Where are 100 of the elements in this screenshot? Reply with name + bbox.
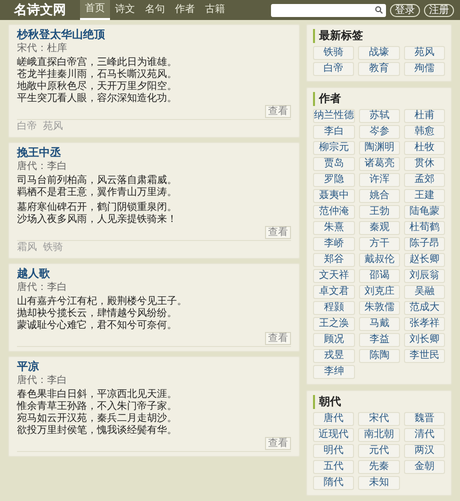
sidebar-link[interactable]: 程颢 bbox=[313, 301, 355, 315]
sidebar-link[interactable]: 顾况 bbox=[313, 333, 355, 347]
sidebar-link[interactable]: 王之涣 bbox=[313, 317, 355, 331]
sidebar-link[interactable]: 南北朝 bbox=[358, 428, 400, 442]
sidebar-link[interactable]: 白帝 bbox=[313, 62, 354, 76]
sidebar-link[interactable]: 方干 bbox=[359, 237, 400, 251]
sidebar-link[interactable]: 刘辰翁 bbox=[404, 269, 445, 283]
sidebar-link[interactable]: 王建 bbox=[404, 189, 445, 203]
sidebar-link[interactable]: 吴融 bbox=[404, 285, 445, 299]
sidebar-link[interactable]: 先秦 bbox=[358, 460, 400, 474]
sidebar-link[interactable]: 铁骑 bbox=[313, 46, 354, 60]
sidebar-link[interactable]: 五代 bbox=[313, 460, 354, 474]
sidebar-link[interactable]: 孟郊 bbox=[404, 173, 445, 187]
sidebar-link[interactable]: 戎昱 bbox=[313, 349, 355, 363]
nav-tab[interactable]: 诗文 bbox=[110, 0, 140, 20]
sidebar-link[interactable]: 陈陶 bbox=[359, 349, 400, 363]
sidebar-link[interactable]: 杜甫 bbox=[404, 109, 445, 123]
poem-line: 宛马如云开汉苑，秦兵二月走胡沙。 bbox=[17, 413, 178, 424]
sidebar-link[interactable]: 贾岛 bbox=[313, 157, 355, 171]
sidebar-link[interactable]: 未知 bbox=[358, 476, 400, 490]
sidebar-link[interactable]: 刘克庄 bbox=[359, 285, 400, 299]
poem-meta: 唐代：李白 bbox=[17, 281, 68, 294]
sidebar-link[interactable]: 王勃 bbox=[359, 205, 400, 219]
sidebar-link[interactable]: 金朝 bbox=[404, 460, 445, 474]
sidebar-link[interactable]: 柳宗元 bbox=[313, 141, 355, 155]
sidebar-link[interactable]: 赵长卿 bbox=[404, 253, 445, 267]
sidebar-link[interactable]: 李白 bbox=[313, 125, 355, 139]
header-button[interactable]: 注册 bbox=[424, 4, 454, 16]
sidebar-link[interactable]: 战壕 bbox=[358, 46, 400, 60]
sidebar-link[interactable]: 教育 bbox=[358, 62, 400, 76]
sidebar-link[interactable]: 殉儒 bbox=[404, 62, 445, 76]
sidebar-link[interactable]: 陈子昂 bbox=[404, 237, 445, 251]
sidebar-link[interactable]: 明代 bbox=[313, 444, 354, 458]
poem-line: 欲投万里封侯笔，愧我谈经鬓有华。 bbox=[17, 425, 178, 437]
poem-line: 蒙诚耻兮心难它，君不知兮可奈何。 bbox=[17, 320, 178, 332]
sidebar-link[interactable]: 韩愈 bbox=[404, 125, 445, 139]
nav-tab[interactable]: 作者 bbox=[170, 0, 200, 20]
sidebar-link[interactable]: 许浑 bbox=[359, 173, 400, 187]
poem-line: 春色果非白日斜，平凉西北见天涯。 bbox=[17, 389, 178, 400]
sidebar-link[interactable]: 唐代 bbox=[313, 412, 354, 426]
poem-line: 山有嘉卉兮江有杞，殿荆楼兮见王子。 bbox=[17, 296, 188, 308]
sidebar-link[interactable]: 陶渊明 bbox=[359, 141, 400, 155]
sidebar-link[interactable]: 隋代 bbox=[313, 476, 354, 490]
panel-title: 朝代 bbox=[313, 395, 445, 409]
sidebar-link[interactable]: 姚合 bbox=[359, 189, 400, 203]
poem-line: 惟余青草王孙路，不入朱门帝子家。 bbox=[17, 401, 178, 412]
sidebar-link[interactable]: 纳兰性德 bbox=[313, 109, 355, 123]
sidebar-link[interactable]: 岑参 bbox=[359, 125, 400, 139]
sidebar-link[interactable]: 范成大 bbox=[404, 301, 445, 315]
sidebar-link[interactable]: 朱熹 bbox=[313, 221, 355, 235]
site-logo[interactable]: 名诗文网 bbox=[14, 1, 66, 19]
sidebar-link[interactable]: 苏轼 bbox=[359, 109, 400, 123]
sidebar-link[interactable]: 邵谒 bbox=[359, 269, 400, 283]
poem-line: 嵯峨直探白帝宫，三峰此日为谁雄。 bbox=[17, 57, 178, 68]
sidebar-link[interactable]: 近现代 bbox=[313, 428, 354, 442]
sidebar-link[interactable]: 卓文君 bbox=[313, 285, 355, 299]
poem-title[interactable]: 杪秋登太华山绝顶 bbox=[17, 28, 291, 42]
poem-title[interactable]: 平凉 bbox=[17, 360, 291, 374]
sidebar-link[interactable]: 聂夷中 bbox=[313, 189, 355, 203]
sidebar-link[interactable]: 魏晋 bbox=[404, 412, 445, 426]
sidebar-link[interactable]: 苑风 bbox=[404, 46, 445, 60]
sidebar-link[interactable]: 文天祥 bbox=[313, 269, 355, 283]
sidebar-link[interactable]: 杜荀鹤 bbox=[404, 221, 445, 235]
poem-line: 沙场入夜多风雨，人见亲提铁骑来！ bbox=[17, 214, 178, 226]
header-button[interactable]: 登录 bbox=[390, 4, 420, 16]
sidebar-link[interactable]: 马戴 bbox=[359, 317, 400, 331]
sidebar-link[interactable]: 秦观 bbox=[359, 221, 400, 235]
poem-line: 羁栖不是君王意，翼作青山万里涛。 bbox=[17, 187, 178, 199]
sidebar-link[interactable]: 李峤 bbox=[313, 237, 355, 251]
sidebar-link[interactable]: 罗隐 bbox=[313, 173, 355, 187]
poem-title[interactable]: 挽王中丞 bbox=[17, 146, 291, 160]
search-field[interactable] bbox=[271, 4, 386, 16]
poem-title[interactable]: 越人歌 bbox=[17, 267, 291, 281]
sidebar-link[interactable]: 李益 bbox=[359, 333, 400, 347]
sidebar-link[interactable]: 陆龟蒙 bbox=[404, 205, 445, 219]
sidebar-link[interactable]: 宋代 bbox=[358, 412, 400, 426]
poem-meta: 宋代：杜庠 bbox=[17, 42, 68, 55]
sidebar-link[interactable]: 张孝祥 bbox=[404, 317, 445, 331]
poem-line: 平生突兀看人眼，容尔深知造化功。 bbox=[17, 93, 178, 105]
sidebar-link[interactable]: 清代 bbox=[404, 428, 445, 442]
panel-title: 作者 bbox=[313, 92, 445, 106]
nav-tab[interactable]: 古籍 bbox=[200, 0, 230, 20]
sidebar-link[interactable]: 戴叔伦 bbox=[359, 253, 400, 267]
sidebar-link[interactable]: 朱敦儒 bbox=[359, 301, 400, 315]
poem-meta: 唐代：李白 bbox=[17, 160, 68, 173]
sidebar-link[interactable]: 贯休 bbox=[404, 157, 445, 171]
search-icon[interactable] bbox=[375, 6, 383, 14]
poem-line: 苍龙半挂秦川雨，石马长嘶汉苑风。 bbox=[17, 69, 178, 80]
nav-tab[interactable]: 名句 bbox=[140, 0, 170, 20]
sidebar-link[interactable]: 诸葛亮 bbox=[359, 157, 400, 171]
sidebar-link[interactable]: 李世民 bbox=[404, 349, 445, 363]
sidebar-link[interactable]: 范仲淹 bbox=[313, 205, 355, 219]
sidebar-link[interactable]: 刘长卿 bbox=[404, 333, 445, 347]
sidebar-link[interactable]: 杜牧 bbox=[404, 141, 445, 155]
sidebar-link[interactable]: 李绅 bbox=[313, 365, 355, 379]
sidebar-link[interactable]: 元代 bbox=[358, 444, 400, 458]
nav-tab[interactable]: 首页 bbox=[80, 0, 110, 20]
poem-meta: 唐代：李白 bbox=[17, 374, 68, 387]
sidebar-link[interactable]: 两汉 bbox=[404, 444, 445, 458]
sidebar-link[interactable]: 郑谷 bbox=[313, 253, 355, 267]
